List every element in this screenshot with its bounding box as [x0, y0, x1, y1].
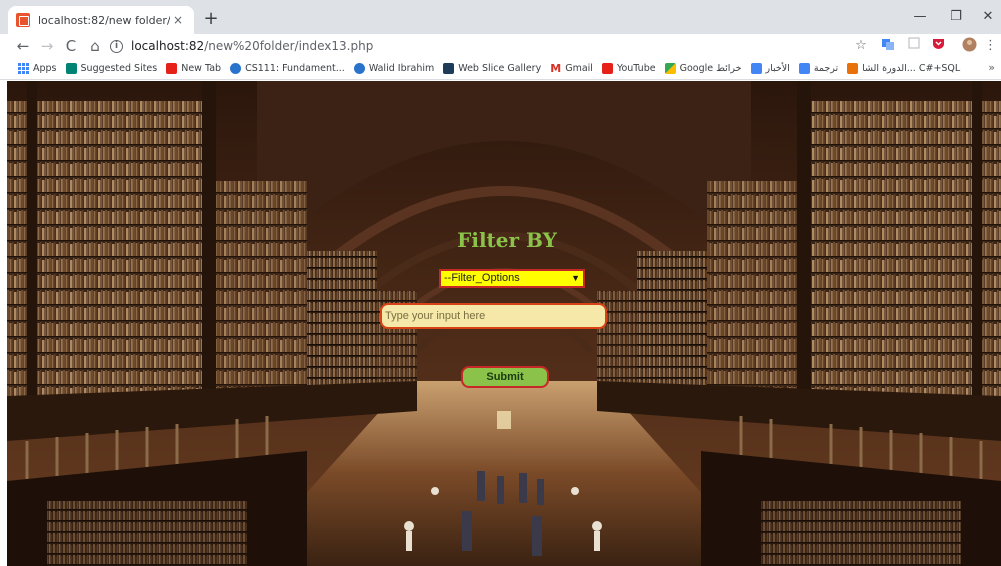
restore-button[interactable]: ❐: [943, 8, 969, 26]
bookmark-star-icon[interactable]: ☆: [853, 37, 869, 55]
submit-button[interactable]: Submit: [461, 366, 549, 388]
filter-title: Filter BY: [457, 228, 557, 252]
bookmark-label: Walid Ibrahim: [368, 63, 435, 74]
bookmark-walid-ibrahim[interactable]: Walid Ibrahim: [353, 63, 435, 74]
bookmark-suggested-sites[interactable]: Suggested Sites: [65, 63, 158, 74]
tab-close-icon[interactable]: ×: [170, 13, 186, 27]
translate-icon: [798, 63, 810, 74]
url-host: localhost:82: [131, 39, 205, 53]
bookmark-apps[interactable]: Apps: [18, 63, 57, 74]
browser-toolbar: ← → C ⌂ i localhost:82/new%20folder/inde…: [0, 34, 1001, 58]
reload-button[interactable]: C: [60, 35, 82, 57]
bookmark-label: CS111: Fundament...: [245, 63, 345, 74]
url-text: localhost:82/new%20folder/index13.php: [131, 39, 373, 53]
bookmark-label: الدورة الشا... C#+SQL: [862, 63, 961, 74]
extension-reader-icon[interactable]: [906, 37, 922, 55]
bookmark-label: Suggested Sites: [80, 63, 158, 74]
filter-input-field[interactable]: [380, 303, 607, 329]
bookmark-course[interactable]: الدورة الشا... C#+SQL: [847, 63, 960, 74]
bookmarks-bar: Apps Suggested Sites New Tab CS111: Fund…: [0, 58, 1001, 80]
extension-translate-icon[interactable]: [880, 37, 896, 55]
window-close-button[interactable]: ✕: [975, 8, 1001, 26]
bookmark-label: YouTube: [616, 63, 656, 74]
home-button[interactable]: ⌂: [84, 35, 106, 57]
bing-icon: [65, 63, 77, 74]
bookmark-google-maps[interactable]: Google خرائط: [664, 63, 742, 74]
youtube-icon: [166, 63, 178, 74]
browser-menu-icon[interactable]: ⋮: [984, 37, 997, 55]
bookmark-label: Web Slice Gallery: [458, 63, 542, 74]
bookmark-new-tab[interactable]: New Tab: [166, 63, 221, 74]
filter-form: Filter BY --Filter_Options ▼ Submit: [7, 81, 1001, 566]
bookmark-web-slice-gallery[interactable]: Web Slice Gallery: [443, 63, 541, 74]
bookmark-gmail[interactable]: M Gmail: [550, 63, 593, 74]
bookmark-youtube[interactable]: YouTube: [601, 63, 656, 74]
site-info-icon[interactable]: i: [110, 39, 123, 53]
bookmark-label: Gmail: [565, 63, 593, 74]
news-icon: [750, 63, 762, 74]
bookmark-cs111[interactable]: CS111: Fundament...: [230, 63, 345, 74]
address-bar[interactable]: i localhost:82/new%20folder/index13.php: [110, 36, 850, 56]
coursera-icon: [353, 63, 365, 74]
slice-icon: [443, 63, 455, 74]
profile-avatar[interactable]: [960, 37, 978, 55]
tab-title: localhost:82/new folder/index13.: [38, 13, 170, 27]
filter-options-select[interactable]: --Filter_Options ▼: [439, 269, 585, 288]
extension-pocket-icon[interactable]: [930, 37, 946, 55]
page-favicon-icon: [16, 13, 30, 27]
url-path: /new%20folder/index13.php: [204, 39, 374, 53]
bookmark-label: Apps: [33, 63, 57, 74]
chevron-down-icon: ▼: [571, 273, 580, 283]
bookmark-label: ترجمة: [813, 63, 839, 74]
tab-strip: localhost:82/new folder/index13. × + — ❐…: [0, 0, 1001, 34]
bookmark-label: الأخبار: [765, 63, 790, 74]
bookmarks-overflow-button[interactable]: »: [988, 61, 995, 74]
coursera-icon: [230, 63, 242, 74]
apps-icon: [18, 63, 29, 74]
page-viewport: Filter BY --Filter_Options ▼ Submit: [7, 81, 1001, 566]
youtube-icon: [601, 63, 613, 74]
gmail-icon: M: [550, 62, 562, 75]
course-icon: [847, 63, 859, 74]
new-tab-button[interactable]: +: [200, 9, 222, 31]
minimize-button[interactable]: —: [907, 8, 933, 26]
select-value: --Filter_Options: [444, 272, 520, 284]
bookmark-translate[interactable]: ترجمة: [798, 63, 839, 74]
browser-tab[interactable]: localhost:82/new folder/index13. ×: [8, 6, 194, 34]
bookmark-label: New Tab: [181, 63, 222, 74]
forward-button[interactable]: →: [36, 35, 58, 57]
bookmark-news[interactable]: الأخبار: [750, 63, 790, 74]
back-button[interactable]: ←: [12, 35, 34, 57]
bookmark-label: Google خرائط: [679, 63, 742, 74]
maps-icon: [664, 63, 676, 74]
